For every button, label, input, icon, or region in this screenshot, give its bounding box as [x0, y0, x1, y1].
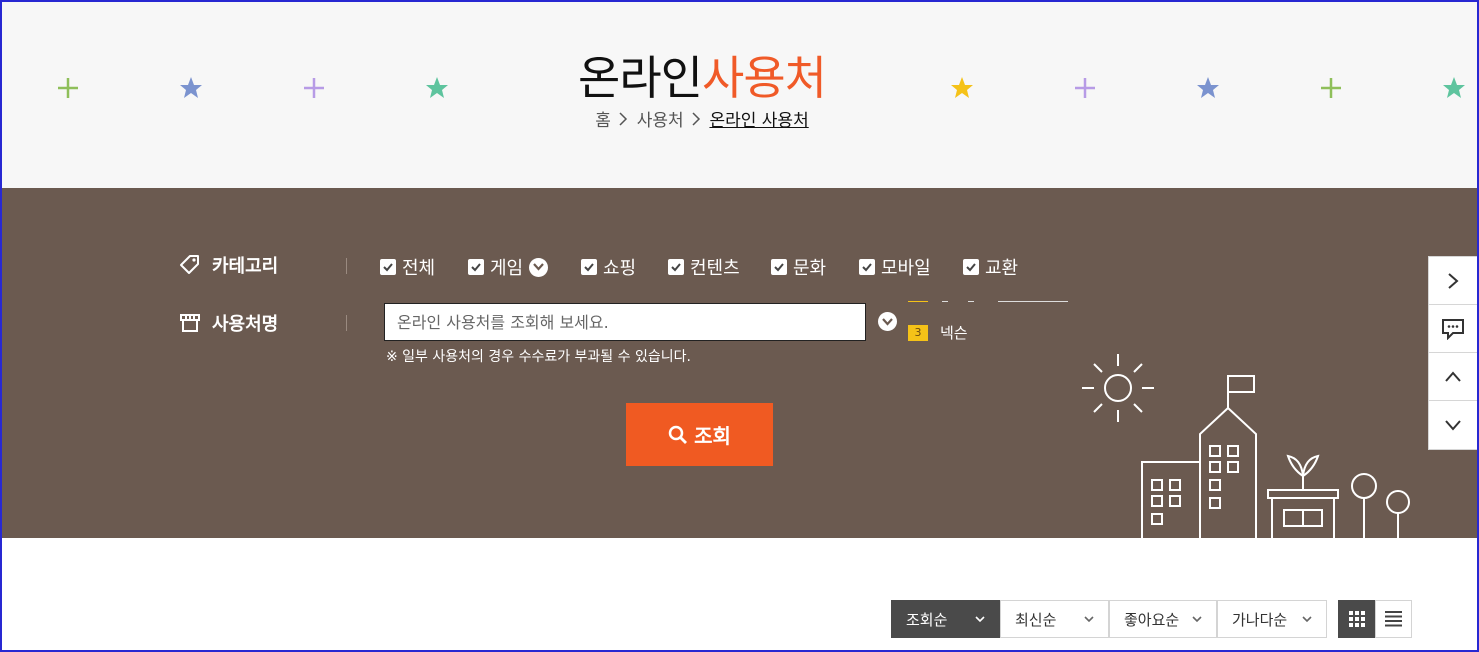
sort-label: 조회순 — [906, 610, 948, 629]
search-button[interactable]: 조회 — [626, 403, 773, 466]
sort-by-latest[interactable]: 최신순 — [1000, 600, 1109, 638]
category-label: 카테고리 — [212, 256, 279, 277]
fee-notice: ※ 일부 사용처의 경우 수수료가 부과될 수 있습니다. — [386, 349, 691, 365]
category-label-contents: 컨텐츠 — [690, 258, 740, 279]
chevron-down-icon — [1302, 615, 1312, 622]
ranking-previous-item — [908, 294, 1072, 302]
rank-badge: 3 — [908, 324, 928, 341]
divider — [346, 315, 347, 331]
breadcrumb: 홈 사용처 온라인 사용처 — [2, 106, 1402, 131]
checkbox-checked-icon[interactable] — [771, 259, 787, 275]
sort-by-alphabet[interactable]: 가나다순 — [1217, 600, 1327, 638]
rank-name: 넥슨 — [940, 324, 968, 342]
city-illustration — [1082, 354, 1410, 538]
page-header: 온라인사용처 홈 사용처 온라인 사용처 — [2, 2, 1477, 188]
chevron-down-icon — [1192, 615, 1202, 622]
category-checkbox-all[interactable]: 전체 — [380, 254, 435, 280]
category-label-mobile: 모바일 — [881, 258, 931, 279]
sort-label: 좋아요순 — [1124, 610, 1180, 629]
category-label-culture: 문화 — [793, 258, 827, 279]
checkbox-checked-icon[interactable] — [468, 259, 484, 275]
search-panel: 카테고리 전체 게임 쇼핑 컨텐츠 문화 모바일 교환 사용처명 ※ 일부 사용… — [2, 188, 1477, 538]
breadcrumb-separator-icon — [619, 111, 628, 131]
star-decoration-icon — [1443, 77, 1465, 98]
store-label: 사용처명 — [212, 314, 279, 335]
grid-view-icon — [1348, 611, 1365, 627]
chevron-right-icon[interactable] — [1429, 257, 1477, 305]
checkbox-checked-icon[interactable] — [380, 259, 396, 275]
checkbox-checked-icon[interactable] — [963, 259, 979, 275]
checkbox-checked-icon[interactable] — [668, 259, 684, 275]
chevron-down-icon — [1084, 615, 1094, 622]
chevron-down-icon — [975, 615, 985, 622]
category-checkbox-exchange[interactable]: 교환 — [963, 254, 1018, 280]
category-checkbox-mobile[interactable]: 모바일 — [859, 254, 931, 280]
category-checkbox-culture[interactable]: 문화 — [771, 254, 826, 280]
sort-label: 가나다순 — [1232, 610, 1288, 629]
search-icon — [668, 425, 688, 444]
ranking-item[interactable]: 3 넥슨 — [908, 322, 968, 343]
category-row-label: 카테고리 — [178, 252, 278, 278]
category-checkbox-shopping[interactable]: 쇼핑 — [581, 254, 636, 280]
sort-label: 최신순 — [1015, 610, 1057, 629]
chevron-down-icon[interactable] — [878, 312, 897, 331]
page-title-accent: 사용처 — [702, 51, 827, 105]
checkbox-checked-icon[interactable] — [859, 259, 875, 275]
category-checkbox-contents[interactable]: 컨텐츠 — [668, 254, 740, 280]
store-search-input[interactable] — [384, 303, 866, 341]
category-label-shopping: 쇼핑 — [603, 258, 637, 279]
store-row-label: 사용처명 — [178, 310, 278, 336]
page-title-main: 온라인 — [578, 51, 703, 105]
category-label-exchange: 교환 — [985, 258, 1019, 279]
category-label-game: 게임 — [490, 258, 524, 279]
list-view-icon — [1385, 611, 1402, 627]
list-view-button[interactable] — [1375, 600, 1412, 638]
breadcrumb-usage[interactable]: 사용처 — [637, 111, 684, 131]
breadcrumb-home[interactable]: 홈 — [595, 111, 611, 131]
checkbox-checked-icon[interactable] — [581, 259, 597, 275]
chat-icon[interactable] — [1429, 305, 1477, 353]
store-icon — [180, 314, 200, 332]
page-title: 온라인사용처 — [2, 42, 1402, 108]
breadcrumb-separator-icon — [692, 111, 701, 131]
chevron-up-icon[interactable] — [1429, 353, 1477, 401]
search-button-label: 조회 — [694, 424, 731, 448]
chevron-down-icon[interactable] — [1429, 401, 1477, 449]
breadcrumb-current[interactable]: 온라인 사용처 — [709, 111, 808, 131]
tag-icon — [180, 255, 199, 274]
grid-view-button[interactable] — [1338, 600, 1375, 638]
quick-menu — [1428, 256, 1478, 450]
sort-by-views[interactable]: 조회순 — [891, 600, 1000, 638]
sort-by-likes[interactable]: 좋아요순 — [1109, 600, 1217, 638]
category-checkbox-game[interactable]: 게임 — [468, 254, 549, 280]
chevron-down-icon[interactable] — [529, 257, 549, 277]
divider — [346, 258, 347, 274]
category-label-all: 전체 — [402, 258, 436, 279]
